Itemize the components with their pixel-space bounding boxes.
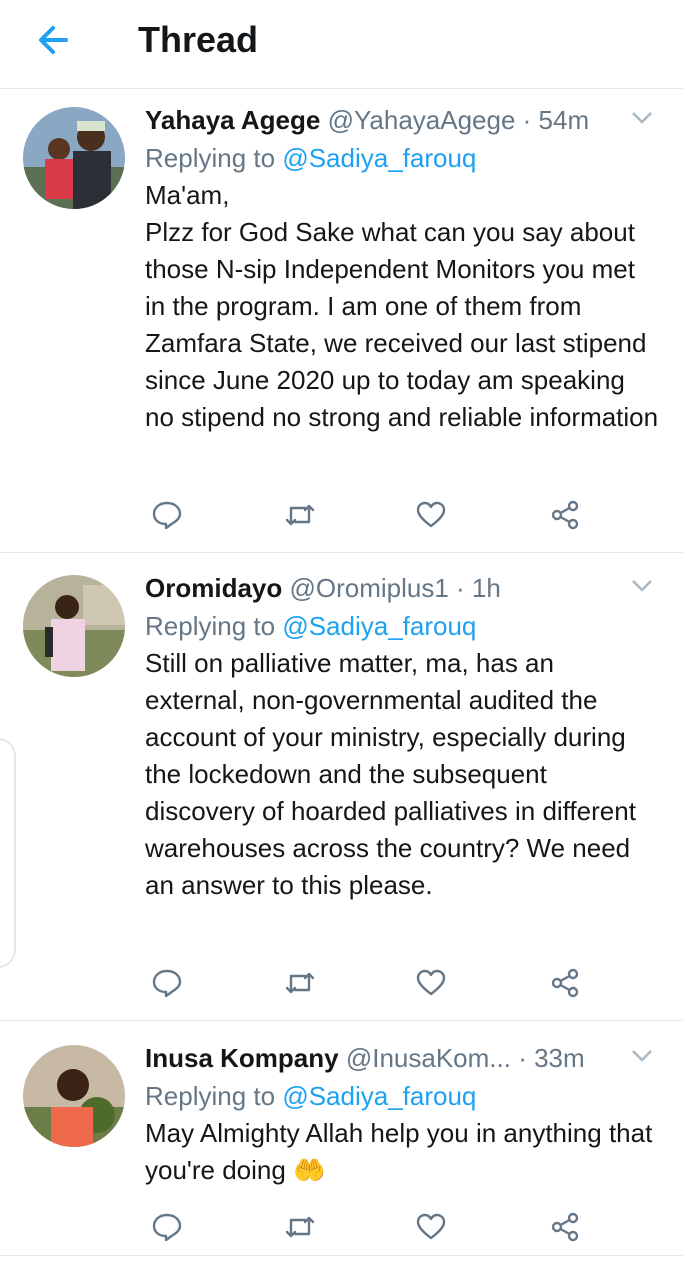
tweet-text-body: May Almighty Allah help you in anything … [145, 1118, 660, 1185]
praying-hands-emoji: 🤲 [293, 1155, 326, 1185]
tweet[interactable]: Yahaya Agege @YahayaAgege · 54m Replying… [0, 89, 683, 553]
author-name[interactable]: Yahaya Agege [145, 105, 320, 135]
edge-panel-handle[interactable] [0, 738, 16, 968]
share-icon [551, 1212, 579, 1242]
tweet-time[interactable]: 33m [534, 1043, 585, 1073]
back-button[interactable] [34, 20, 74, 60]
page-title: Thread [138, 19, 259, 60]
replying-to: Replying to @Sadiya_farouq [145, 607, 659, 645]
avatar[interactable] [23, 1045, 125, 1147]
replying-label: Replying to [145, 1081, 283, 1111]
tweet-time[interactable]: 1h [472, 573, 501, 603]
avatar[interactable] [23, 575, 125, 677]
mention-link[interactable]: @Sadiya_farouq [282, 143, 476, 173]
reply-icon [152, 501, 182, 530]
author-handle[interactable]: @InusaKom... [346, 1043, 511, 1073]
tweet-actions [145, 963, 585, 1003]
replying-to: Replying to @Sadiya_farouq [145, 1077, 659, 1115]
mention-link[interactable]: @Sadiya_farouq [282, 611, 476, 641]
retweet-button[interactable] [280, 963, 320, 1003]
share-button[interactable] [545, 1207, 585, 1247]
share-icon [551, 968, 579, 998]
top-app-bar: Thread [0, 0, 683, 89]
like-button[interactable] [411, 1207, 451, 1247]
chevron-down-icon[interactable] [631, 579, 653, 593]
author-name[interactable]: Oromidayo [145, 573, 282, 603]
tweet-actions [145, 495, 585, 535]
replying-label: Replying to [145, 143, 283, 173]
tweet[interactable]: Oromidayo @Oromiplus1 · 1h Replying to @… [0, 553, 683, 1021]
tweet[interactable]: Inusa Kompany @InusaKom... · 33m Replyin… [0, 1021, 683, 1256]
replying-label: Replying to [145, 611, 283, 641]
avatar[interactable] [23, 107, 125, 209]
reply-button[interactable] [147, 495, 187, 535]
separator: · [510, 1043, 535, 1073]
tweet-text: Ma'am, Plzz for God Sake what can you sa… [145, 180, 659, 432]
reply-icon [152, 1213, 182, 1242]
like-icon [416, 501, 446, 528]
tweet-header: Yahaya Agege @YahayaAgege · 54m [145, 101, 659, 139]
mention-link[interactable]: @Sadiya_farouq [282, 1081, 476, 1111]
retweet-icon [285, 972, 315, 994]
tweet-actions [145, 1207, 585, 1247]
retweet-icon [285, 504, 315, 526]
tweet-header: Inusa Kompany @InusaKom... · 33m [145, 1039, 659, 1077]
author-handle[interactable]: @Oromiplus1 [289, 573, 448, 603]
separator: · [448, 573, 472, 603]
like-button[interactable] [411, 963, 451, 1003]
tweet-text: May Almighty Allah help you in anything … [145, 1115, 659, 1189]
share-button[interactable] [545, 495, 585, 535]
author-name[interactable]: Inusa Kompany [145, 1043, 339, 1073]
reply-button[interactable] [147, 1207, 187, 1247]
author-handle[interactable]: @YahayaAgege [328, 105, 516, 135]
tweet-text: Still on palliative matter, ma, has an e… [145, 648, 644, 900]
separator: · [515, 105, 539, 135]
reply-button[interactable] [147, 963, 187, 1003]
retweet-button[interactable] [280, 1207, 320, 1247]
tweet-time[interactable]: 54m [539, 105, 590, 135]
retweet-button[interactable] [280, 495, 320, 535]
replying-to: Replying to @Sadiya_farouq [145, 139, 659, 177]
chevron-down-icon[interactable] [631, 1049, 653, 1063]
reply-icon [152, 969, 182, 998]
share-button[interactable] [545, 963, 585, 1003]
share-icon [551, 500, 579, 530]
like-icon [416, 1213, 446, 1240]
tweet-header: Oromidayo @Oromiplus1 · 1h [145, 569, 659, 607]
like-button[interactable] [411, 495, 451, 535]
chevron-down-icon[interactable] [631, 111, 653, 125]
like-icon [416, 969, 446, 996]
arrow-left-icon [39, 26, 68, 54]
retweet-icon [285, 1216, 315, 1238]
